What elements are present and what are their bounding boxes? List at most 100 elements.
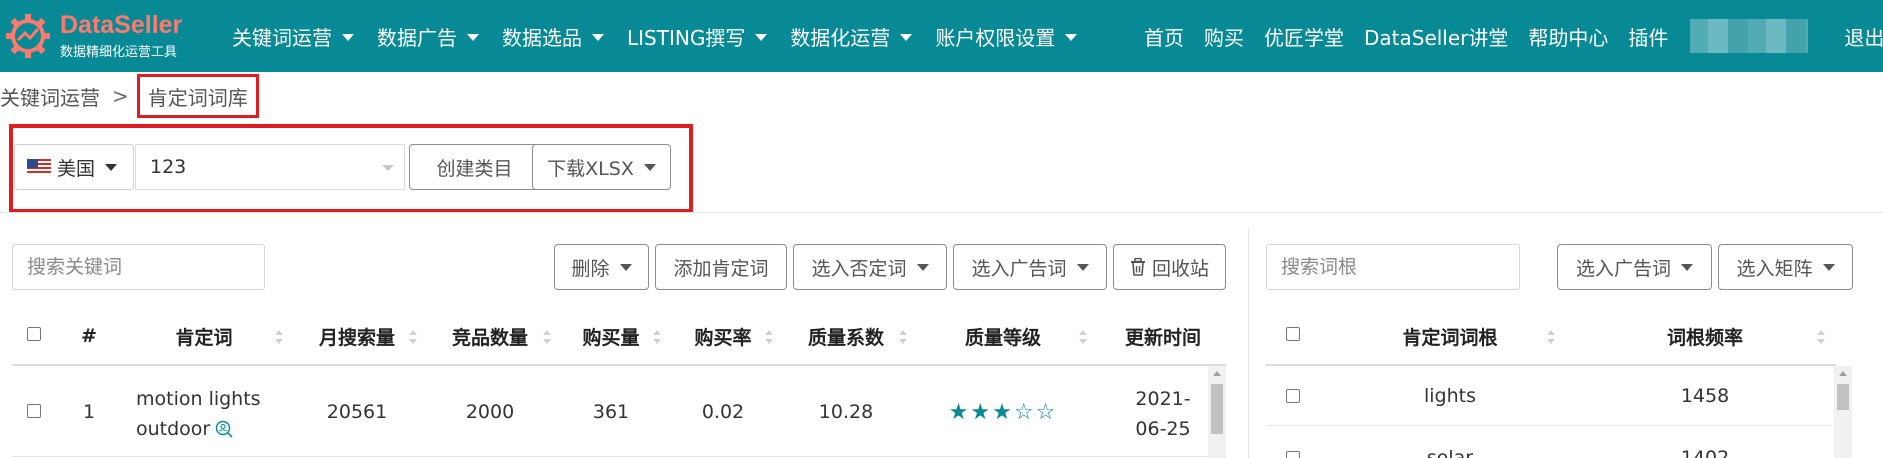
nav-link-academy[interactable]: 优匠学堂 — [1264, 22, 1344, 51]
menu-account-permissions[interactable]: 账户权限设置 — [935, 22, 1078, 51]
chevron-down-icon — [755, 33, 768, 41]
root-select-all-checkbox[interactable] — [1286, 327, 1300, 341]
menu-label: 关键词运营 — [232, 25, 332, 50]
nav-link-lecture-hall[interactable]: DataSeller讲堂 — [1364, 22, 1508, 51]
menu-keyword-operations[interactable]: 关键词运营 — [232, 22, 354, 51]
sort-icon — [275, 330, 283, 344]
cell-quality-coefficient: 10.28 — [818, 401, 874, 423]
main-menu: 关键词运营 数据广告 数据选品 LISTING撰写 数据化运营 账户权限设置 — [232, 0, 1100, 72]
menu-label: 数据化运营 — [790, 25, 891, 50]
select-all-checkbox[interactable] — [27, 327, 41, 341]
us-flag-icon — [27, 159, 51, 175]
chevron-down-icon — [467, 33, 479, 41]
breadcrumb-parent[interactable]: 关键词运营 — [0, 82, 100, 111]
menu-label: 数据选品 — [502, 25, 582, 50]
select-matrix-button[interactable]: 选入矩阵 — [1718, 244, 1853, 290]
sort-icon — [409, 330, 417, 344]
col-header-purchase-rate[interactable]: 购买率 — [668, 312, 778, 360]
col-header-label: 购买量 — [582, 326, 640, 349]
star-filled-icon: ★ — [948, 399, 971, 425]
sort-icon — [1547, 330, 1555, 344]
col-header-root-frequency[interactable]: 词根频率 — [1580, 312, 1830, 360]
scroll-thumb[interactable] — [1211, 384, 1223, 434]
keyword-search-input[interactable] — [12, 244, 265, 290]
right-table-scrollbar[interactable] — [1834, 366, 1852, 458]
cell-purchases: 361 — [592, 401, 630, 423]
create-category-button[interactable]: 创建类目 — [409, 144, 540, 190]
user-account-blurred[interactable] — [1690, 19, 1809, 53]
row-checkbox[interactable] — [1286, 451, 1300, 458]
col-header-updated-at: 更新时间 — [1124, 326, 1201, 349]
menu-label: LISTING撰写 — [627, 25, 746, 50]
menu-data-operations[interactable]: 数据化运营 — [790, 22, 913, 51]
select-ad-keyword-button[interactable]: 选入广告词 — [953, 244, 1107, 290]
breadcrumb: 关键词运营 > 肯定词词库 — [0, 74, 259, 118]
button-label: 删除 — [571, 257, 610, 280]
col-header-label: 肯定词词根 — [1402, 326, 1498, 349]
keyword-search-icon[interactable] — [214, 419, 234, 439]
keyword-cell: motion lights outdoor — [136, 384, 261, 444]
root-search-input[interactable] — [1266, 244, 1520, 290]
col-header-quality-rating[interactable]: 质量等级 — [914, 312, 1092, 360]
cell-root-frequency: 1458 — [1680, 385, 1730, 407]
cell-purchase-rate: 0.02 — [701, 401, 745, 423]
chevron-down-icon — [619, 263, 632, 271]
root-select-ad-keyword-button[interactable]: 选入广告词 — [1557, 244, 1712, 290]
col-header-monthly-search[interactable]: 月搜索量 — [292, 312, 422, 360]
recycle-bin-button[interactable]: 回收站 — [1113, 244, 1226, 290]
delete-button[interactable]: 删除 — [554, 244, 649, 290]
col-header-label: 质量等级 — [964, 326, 1041, 349]
nav-links: 首页 购买 优匠学堂 DataSeller讲堂 帮助中心 插件 退出 — [1144, 0, 1883, 72]
select-negative-keyword-button[interactable]: 选入否定词 — [793, 244, 947, 290]
menu-product-selection[interactable]: 数据选品 — [502, 22, 604, 51]
nav-link-buy[interactable]: 购买 — [1204, 22, 1244, 51]
country-label: 美国 — [57, 157, 96, 180]
scroll-up-icon — [1839, 371, 1847, 376]
category-select[interactable]: 123 — [135, 144, 405, 190]
page: DataSeller 数据精细化运营工具 关键词运营 数据广告 数据选品 LIS… — [0, 0, 1883, 458]
col-header-label: 肯定词 — [175, 326, 233, 349]
chevron-down-icon — [900, 33, 913, 41]
sort-icon — [1079, 330, 1087, 344]
col-header-root[interactable]: 肯定词词根 — [1340, 312, 1560, 360]
menu-data-ads[interactable]: 数据广告 — [377, 22, 479, 51]
star-filled-icon: ★ — [970, 399, 993, 425]
col-header-quality-coefficient[interactable]: 质量系数 — [780, 312, 912, 360]
col-header-keyword[interactable]: 肯定词 — [120, 312, 288, 360]
row-divider — [12, 456, 1208, 457]
left-table-scrollbar[interactable] — [1208, 366, 1226, 458]
cell-competitors: 2000 — [465, 401, 515, 423]
sort-icon — [543, 330, 551, 344]
panel-divider — [1248, 228, 1249, 458]
nav-link-plugin[interactable]: 插件 — [1628, 22, 1668, 51]
scroll-thumb[interactable] — [1837, 384, 1849, 410]
chevron-down-icon — [1681, 263, 1693, 271]
top-navbar: DataSeller 数据精细化运营工具 关键词运营 数据广告 数据选品 LIS… — [0, 0, 1883, 72]
breadcrumb-separator: > — [112, 84, 129, 108]
button-label: 选入广告词 — [971, 257, 1067, 280]
section-divider — [0, 212, 1883, 213]
menu-listing-writing[interactable]: LISTING撰写 — [627, 22, 768, 51]
nav-link-home[interactable]: 首页 — [1144, 22, 1184, 51]
download-xlsx-button[interactable]: 下载XLSX — [532, 144, 671, 190]
chevron-down-icon — [105, 163, 118, 171]
chevron-down-icon — [382, 165, 394, 171]
row-divider — [1266, 425, 1832, 426]
nav-link-help-center[interactable]: 帮助中心 — [1528, 22, 1608, 51]
keyword-text-line2: outdoor — [136, 418, 211, 440]
chevron-down-icon — [916, 263, 929, 271]
col-header-index: # — [81, 325, 97, 347]
sort-icon — [765, 330, 773, 344]
star-filled-icon: ★ — [992, 399, 1014, 425]
col-header-competitors[interactable]: 竞品数量 — [424, 312, 556, 360]
star-empty-icon: ☆ — [1013, 399, 1036, 425]
logout-link[interactable]: 退出 — [1844, 22, 1883, 51]
app-logo[interactable]: DataSeller 数据精细化运营工具 — [4, 8, 184, 64]
row-checkbox[interactable] — [27, 404, 41, 418]
add-positive-keyword-button[interactable]: 添加肯定词 — [655, 244, 787, 290]
col-header-purchases[interactable]: 购买量 — [556, 312, 666, 360]
row-checkbox[interactable] — [1286, 389, 1300, 403]
menu-label: 数据广告 — [377, 25, 457, 50]
col-header-label: 竞品数量 — [451, 326, 528, 349]
country-dropdown[interactable]: 美国 — [14, 144, 134, 190]
